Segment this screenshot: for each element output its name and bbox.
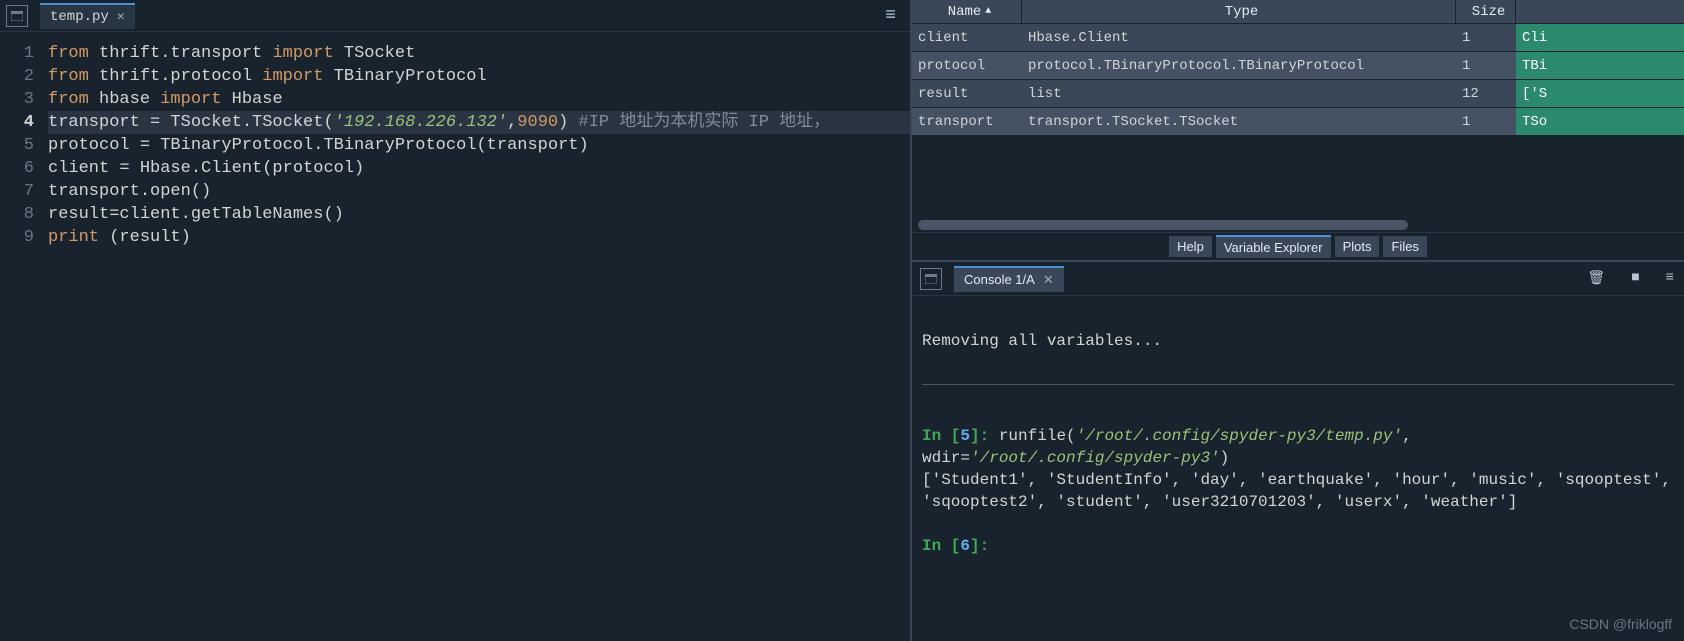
table-row[interactable]: transporttransport.TSocket.TSocket1TSo: [912, 108, 1684, 136]
editor-tab-temp-py[interactable]: temp.py ✕: [40, 3, 135, 29]
watermark: CSDN @friklogff: [1569, 613, 1672, 635]
scroll-thumb[interactable]: [918, 220, 1408, 230]
console-text: Removing all variables...: [922, 332, 1162, 350]
tab-plots[interactable]: Plots: [1335, 236, 1380, 257]
console-toolbar: 🗑 ■ ≡: [1587, 270, 1674, 287]
editor-panel: temp.py ✕ ≡ 123456789 from thrift.transp…: [0, 0, 912, 641]
table-row[interactable]: resultlist12['S: [912, 80, 1684, 108]
console-pane: Console 1/A ✕ 🗑 ■ ≡ Removing all variabl…: [912, 262, 1684, 641]
table-header[interactable]: Name▲ Type Size: [912, 0, 1684, 24]
table-row[interactable]: clientHbase.Client1Cli: [912, 24, 1684, 52]
console-tab[interactable]: Console 1/A ✕: [954, 266, 1064, 292]
right-panel: Name▲ Type Size clientHbase.Client1Clipr…: [912, 0, 1684, 641]
code-editor[interactable]: 123456789 from thrift.transport import T…: [0, 32, 910, 641]
close-icon[interactable]: ✕: [117, 9, 125, 24]
variable-explorer-pane: Name▲ Type Size clientHbase.Client1Clipr…: [912, 0, 1684, 262]
tab-label: temp.py: [50, 9, 109, 25]
console-tabbar: Console 1/A ✕ 🗑 ■ ≡: [912, 262, 1684, 296]
console-result: ['Student1', 'StudentInfo', 'day', 'eart…: [922, 471, 1681, 511]
console-output[interactable]: Removing all variables... In [5]: runfil…: [912, 296, 1684, 641]
horizontal-scrollbar[interactable]: [912, 218, 1684, 232]
header-name[interactable]: Name▲: [912, 0, 1022, 23]
in-prompt: In [6]:: [922, 537, 999, 555]
separator: [922, 384, 1674, 385]
panel-icon[interactable]: [920, 268, 942, 290]
in-prompt: In [5]:: [922, 427, 999, 445]
hamburger-icon[interactable]: ≡: [1666, 270, 1674, 287]
tab-variable-explorer[interactable]: Variable Explorer: [1216, 235, 1331, 258]
code-area[interactable]: from thrift.transport import TSocketfrom…: [48, 42, 910, 641]
line-gutter: 123456789: [0, 42, 48, 641]
stop-icon[interactable]: ■: [1631, 270, 1639, 287]
sort-asc-icon: ▲: [985, 6, 991, 17]
pane-tabs: Help Variable Explorer Plots Files: [912, 232, 1684, 260]
tab-help[interactable]: Help: [1169, 236, 1212, 257]
tab-files[interactable]: Files: [1383, 236, 1426, 257]
close-icon[interactable]: ✕: [1043, 272, 1054, 288]
table-row[interactable]: protocolprotocol.TBinaryProtocol.TBinary…: [912, 52, 1684, 80]
variables-table[interactable]: Name▲ Type Size clientHbase.Client1Clipr…: [912, 0, 1684, 218]
panel-icon[interactable]: [6, 5, 28, 27]
hamburger-icon[interactable]: ≡: [885, 6, 896, 26]
console-tab-label: Console 1/A: [964, 272, 1035, 287]
header-type[interactable]: Type: [1022, 0, 1456, 23]
editor-tabbar: temp.py ✕ ≡: [0, 0, 910, 32]
header-size[interactable]: Size: [1456, 0, 1516, 23]
trash-icon[interactable]: 🗑: [1587, 270, 1605, 287]
